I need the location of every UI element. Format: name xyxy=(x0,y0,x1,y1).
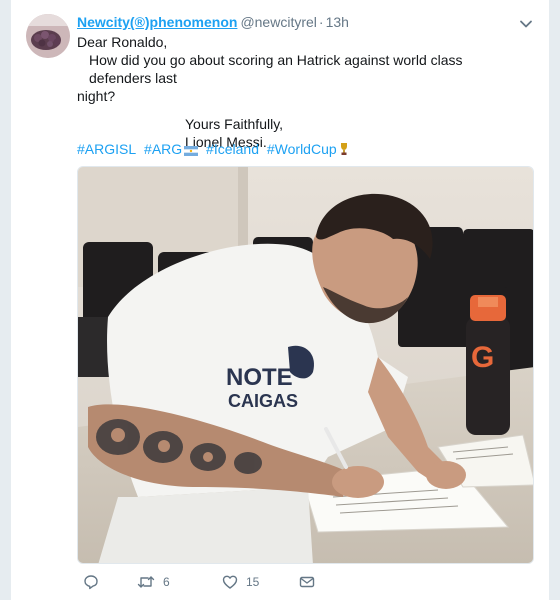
shirt-print-line1: NOTE xyxy=(226,364,293,391)
text-line-greeting: Dear Ronaldo, xyxy=(77,34,168,50)
tweet-photo[interactable]: G NOTE CAIGAS xyxy=(77,166,534,564)
like-button[interactable]: 15 xyxy=(222,574,259,590)
hashtags: #ARGISL #ARG #Iceland #WorldCup xyxy=(77,140,353,160)
chevron-down-icon[interactable] xyxy=(519,17,533,31)
hashtag-argisl[interactable]: #ARGISL xyxy=(77,141,136,157)
tweet-actions: 6 15 xyxy=(77,574,377,594)
argentina-flag-icon xyxy=(184,142,199,160)
text-line-question: How did you go about scoring an Hatrick … xyxy=(89,52,467,86)
avatar[interactable] xyxy=(26,14,70,58)
bottle-logo: G xyxy=(471,341,494,374)
direct-message-button[interactable] xyxy=(299,574,315,590)
timestamp[interactable]: 13h xyxy=(326,14,349,30)
retweet-icon xyxy=(137,574,155,590)
avatar-image xyxy=(26,14,70,58)
tweet-header: Newcity(®)phenomenon @newcityrel · 13h xyxy=(77,13,349,32)
hashtag-arg[interactable]: #ARG xyxy=(144,141,182,157)
separator-dot: · xyxy=(318,14,324,30)
retweet-count: 6 xyxy=(163,575,170,589)
tweet-text: Dear Ronaldo, How did you go about scori… xyxy=(77,33,517,151)
text-line-closing: Yours Faithfully, xyxy=(185,116,284,132)
reply-button[interactable] xyxy=(83,574,107,590)
author-name[interactable]: Newcity(®)phenomenon xyxy=(77,14,237,30)
envelope-icon xyxy=(299,574,315,590)
heart-icon xyxy=(222,574,238,590)
trophy-icon xyxy=(339,142,349,160)
text-line-question-end: night? xyxy=(77,88,116,104)
tweet-card[interactable]: Newcity(®)phenomenon @newcityrel · 13h Dear… xyxy=(10,0,550,600)
author-handle[interactable]: @newcityrel xyxy=(240,14,316,30)
shirt-print-line2: CAIGAS xyxy=(228,391,298,411)
reply-icon xyxy=(83,574,99,590)
hashtag-iceland[interactable]: #Iceland xyxy=(206,141,259,157)
hashtag-worldcup[interactable]: #WorldCup xyxy=(267,141,337,157)
retweet-button[interactable]: 6 xyxy=(137,574,170,590)
like-count: 15 xyxy=(246,575,260,589)
